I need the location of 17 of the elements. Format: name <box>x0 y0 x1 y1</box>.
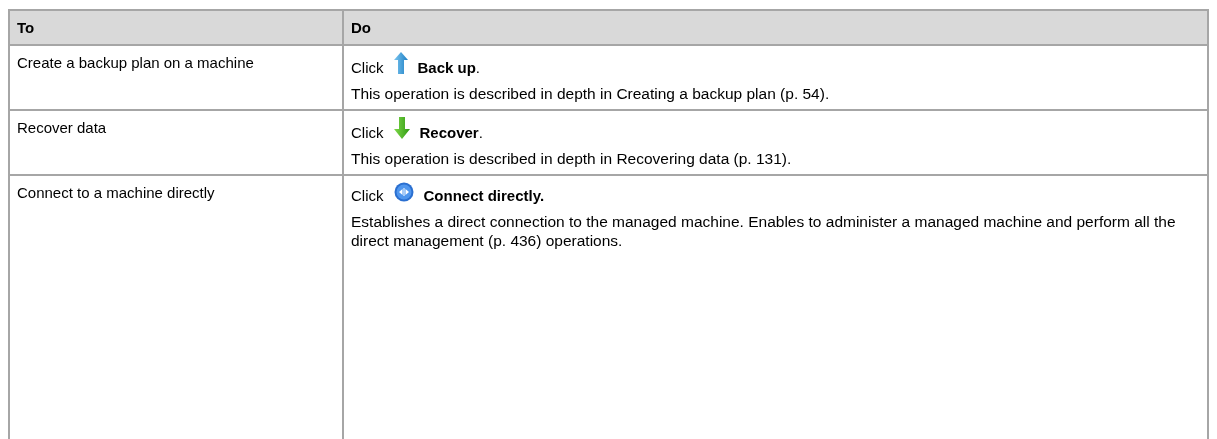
action-label: Back up. <box>417 59 481 76</box>
action-text: Click <box>351 59 384 76</box>
table-cell: Recover data <box>17 119 107 136</box>
action-label: Connect directly. <box>423 187 545 204</box>
column-header: Do <box>343 10 1208 45</box>
action-text: Click <box>351 187 384 204</box>
table-cell: Connect to a machine directly <box>17 184 215 201</box>
action-text: Click <box>351 124 384 141</box>
description-text: This operation is described in depth in Recovering data (p. 131). <box>351 149 793 168</box>
down-arrow-icon <box>393 117 410 139</box>
table-cell: Create a backup plan on a machine <box>17 54 254 71</box>
description-text: This operation is described in depth in Creating a backup plan (p. 54). <box>351 84 831 103</box>
connect-icon <box>393 182 414 202</box>
column-header: To <box>9 10 343 45</box>
action-label: Recover. <box>419 124 483 141</box>
up-arrow-icon <box>393 52 408 74</box>
description-text: Establishes a direct connection to the managed machine. Enables to administer a managed machine and perform all the direct management (p. 436) operations. <box>351 212 1177 250</box>
